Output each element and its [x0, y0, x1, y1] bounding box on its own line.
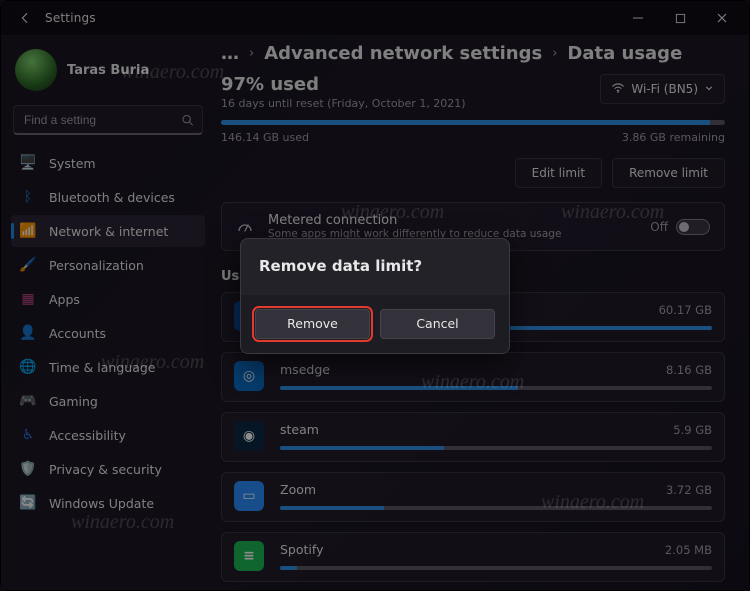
dialog-title: Remove data limit?: [241, 239, 509, 295]
dialog-remove-button[interactable]: Remove: [255, 309, 370, 339]
modal-overlay: Remove data limit? Remove Cancel: [1, 1, 749, 590]
remove-limit-dialog: Remove data limit? Remove Cancel: [240, 238, 510, 354]
dialog-cancel-button[interactable]: Cancel: [380, 309, 495, 339]
